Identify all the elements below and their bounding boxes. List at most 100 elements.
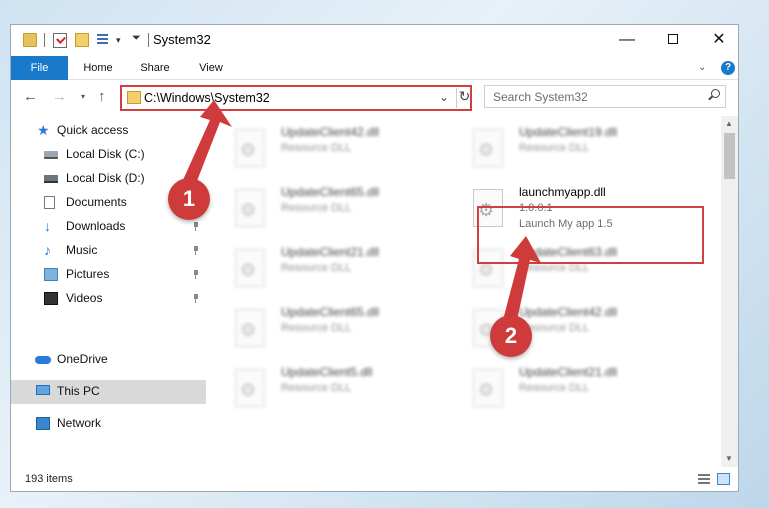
pin-icon[interactable] <box>192 222 200 231</box>
sidebar-item-local-disk-c[interactable]: Local Disk (C:) <box>11 143 206 167</box>
sidebar-item-quick-access[interactable]: ★ Quick access <box>11 119 206 143</box>
file-name: UpdateClient42.dll <box>519 305 618 319</box>
details-view-icon[interactable] <box>698 474 710 485</box>
address-dropdown-button[interactable]: ⌄ <box>439 90 449 104</box>
quick-access-toolbar-dropdown[interactable]: ⏷ <box>132 32 142 48</box>
sidebar-item-downloads[interactable]: ↓ Downloads <box>11 215 206 239</box>
navigation-pane: ★ Quick access Local Disk (C:) Local Dis… <box>11 116 206 467</box>
file-explorer-window: ▾ ⏷ System32 — ✕ File Home Share View ⌄ … <box>10 24 739 492</box>
pin-icon[interactable] <box>192 294 200 303</box>
dll-file-icon <box>235 249 265 287</box>
sidebar-item-label: Pictures <box>66 267 110 281</box>
file-list: UpdateClient42.dll Resource DLL UpdateCl… <box>215 116 721 467</box>
sidebar-item-label: Videos <box>66 291 103 305</box>
dll-file-icon <box>473 369 503 407</box>
dll-file-icon <box>235 189 265 227</box>
download-icon: ↓ <box>44 218 51 234</box>
pictures-icon <box>44 268 58 281</box>
file-type: Resource DLL <box>281 142 352 154</box>
toolbar-separator <box>44 33 45 47</box>
help-icon[interactable]: ? <box>721 61 735 75</box>
sidebar-item-label: Quick access <box>57 123 129 137</box>
dll-file-icon <box>235 129 265 167</box>
maximize-icon <box>668 34 678 44</box>
file-name: UpdateClient21.dll <box>519 365 618 379</box>
tab-view[interactable]: View <box>183 56 239 80</box>
pin-icon[interactable] <box>192 270 200 279</box>
music-icon: ♪ <box>44 242 51 258</box>
step-1-badge: 1 <box>168 178 210 220</box>
back-button[interactable]: ← <box>23 88 38 105</box>
pin-icon[interactable] <box>192 246 200 255</box>
scroll-up-button[interactable]: ▲ <box>725 119 733 128</box>
tab-home[interactable]: Home <box>69 56 127 80</box>
sidebar-item-this-pc[interactable]: This PC <box>11 380 206 404</box>
folder-icon <box>23 33 37 47</box>
scroll-thumb[interactable] <box>724 133 735 179</box>
file-tile[interactable]: UpdateClient42.dll Resource DLL <box>215 121 440 173</box>
file-tile[interactable]: UpdateClient21.dll Resource DLL <box>453 361 678 413</box>
sidebar-item-videos[interactable]: Videos <box>11 287 206 311</box>
up-button[interactable]: ↑ <box>98 88 106 105</box>
search-icon[interactable] <box>708 89 720 100</box>
recent-locations-button[interactable]: ▾ <box>81 92 85 101</box>
large-icons-view-icon[interactable] <box>717 473 730 485</box>
sidebar-item-network[interactable]: Network <box>11 412 206 436</box>
sidebar-item-music[interactable]: ♪ Music <box>11 239 206 263</box>
file-name: UpdateClient5.dll <box>281 365 373 379</box>
customize-toolbar-icon[interactable] <box>97 33 113 47</box>
file-tile[interactable]: UpdateClient65.dll Resource DLL <box>215 301 440 353</box>
sidebar-item-label: Music <box>66 243 98 257</box>
address-bar[interactable]: C:\Windows\System32 ⌄ ↻ <box>120 85 472 111</box>
file-name: UpdateClient65.dll <box>281 305 380 319</box>
file-tile[interactable]: UpdateClient21.dll Resource DLL <box>215 241 440 293</box>
file-name: UpdateClient19.dll <box>519 125 618 139</box>
file-tile[interactable]: UpdateClient42.dll Resource DLL <box>453 301 678 353</box>
documents-icon <box>44 196 55 209</box>
properties-check-icon[interactable] <box>53 33 67 48</box>
file-name: UpdateClient42.dll <box>281 125 380 139</box>
sidebar-item-onedrive[interactable]: OneDrive <box>11 348 206 372</box>
address-path[interactable]: C:\Windows\System32 <box>144 91 270 105</box>
drive-icon <box>44 151 58 159</box>
sidebar-item-label: This PC <box>57 384 100 398</box>
search-box[interactable]: Search System32 <box>484 85 726 108</box>
file-name: UpdateClient65.dll <box>281 185 380 199</box>
tab-share[interactable]: Share <box>127 56 183 80</box>
sidebar-item-label: Local Disk (C:) <box>66 147 145 161</box>
title-bar: ▾ ⏷ System32 — ✕ <box>11 25 738 56</box>
new-folder-icon[interactable] <box>75 33 89 47</box>
file-type: Resource DLL <box>519 142 590 154</box>
star-icon: ★ <box>37 122 50 138</box>
file-type: Resource DLL <box>281 382 352 394</box>
chevron-down-icon[interactable]: ▾ <box>116 35 126 51</box>
toolbar-separator <box>148 33 149 47</box>
minimize-button[interactable]: — <box>604 25 650 56</box>
network-icon <box>36 417 50 430</box>
file-name: launchmyapp.dll <box>519 185 606 199</box>
close-button[interactable]: ✕ <box>696 25 738 56</box>
tab-file[interactable]: File <box>11 56 68 80</box>
file-type: Resource DLL <box>281 262 352 274</box>
sidebar-item-label: Network <box>57 416 102 430</box>
item-count: 193 items <box>25 473 73 485</box>
maximize-button[interactable] <box>650 25 696 56</box>
sidebar-item-pictures[interactable]: Pictures <box>11 263 206 287</box>
file-tile[interactable]: UpdateClient65.dll Resource DLL <box>215 181 440 233</box>
file-type: Resource DLL <box>281 202 352 214</box>
scroll-down-button[interactable]: ▼ <box>725 454 733 463</box>
expand-ribbon-icon[interactable]: ⌄ <box>698 62 706 73</box>
ribbon-tabs: File Home Share View ⌄ ? <box>11 56 738 80</box>
file-type: Resource DLL <box>519 382 590 394</box>
forward-button[interactable]: → <box>52 88 67 105</box>
file-tile[interactable]: UpdateClient5.dll Resource DLL <box>215 361 440 413</box>
dll-file-icon <box>235 369 265 407</box>
file-tile[interactable]: UpdateClient19.dll Resource DLL <box>453 121 678 173</box>
vertical-scrollbar[interactable]: ▲ ▼ <box>721 116 738 467</box>
sidebar-item-label: Local Disk (D:) <box>66 171 145 185</box>
file-name: UpdateClient21.dll <box>281 245 380 259</box>
computer-icon <box>36 385 50 395</box>
search-input[interactable]: Search System32 <box>493 90 588 104</box>
highlight-box <box>477 206 704 264</box>
refresh-button[interactable]: ↻ <box>456 88 472 108</box>
